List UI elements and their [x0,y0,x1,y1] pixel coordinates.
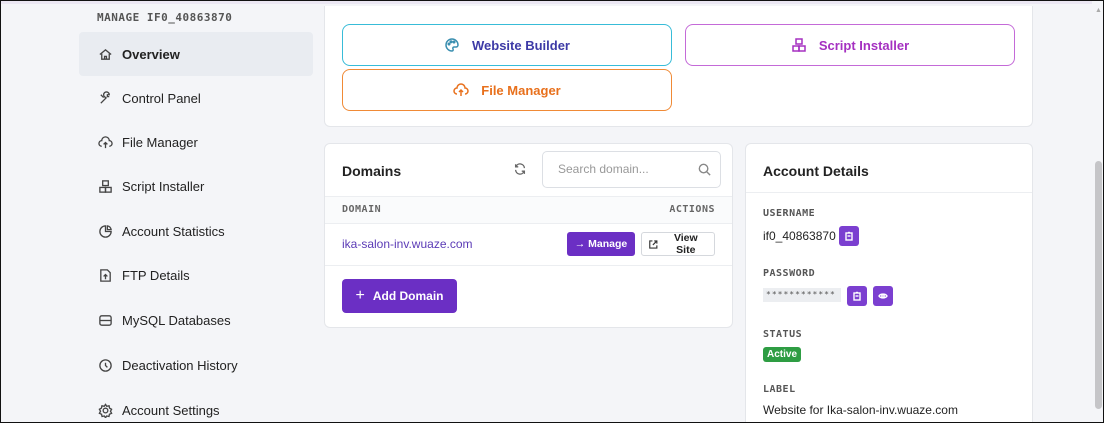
cloud-upload-icon [453,83,469,96]
sidebar-item-account-statistics[interactable]: Account Statistics [79,209,313,253]
add-domain-label: Add Domain [372,289,444,303]
search-domain-input[interactable] [556,161,690,177]
search-icon [697,162,712,182]
website-builder-button[interactable]: Website Builder [342,24,672,66]
sidebar-item-label: Control Panel [122,90,201,106]
status-badge: Active [763,347,802,362]
scrollbar[interactable]: ▲ [1092,1,1103,422]
palette-icon [445,38,459,52]
sidebar-item-label: MySQL Databases [122,312,231,328]
cubes-icon [792,38,806,52]
sidebar: MANAGE IF0_40863870 Overview Control Pan… [79,1,315,422]
database-icon [97,312,113,328]
plus-icon: + [355,287,365,304]
copy-password-button[interactable] [847,286,867,306]
cubes-icon [97,178,113,194]
domain-link[interactable]: ika-salon-inv.wuaze.com [342,237,473,251]
sidebar-item-label: Script Installer [122,178,205,194]
page: MANAGE IF0_40863870 Overview Control Pan… [0,0,1104,423]
file-manager-button[interactable]: File Manager [342,69,672,111]
domains-table-header: DOMAIN ACTIONS [325,196,732,224]
file-manager-label: File Manager [481,82,561,98]
sidebar-item-script-installer[interactable]: Script Installer [79,164,313,208]
scroll-up-arrow-icon[interactable]: ▲ [1095,7,1102,14]
sidebar-item-control-panel[interactable]: Control Panel [79,76,313,120]
chart-icon [97,223,113,239]
quick-actions-card: Website Builder Script Installer File Ma… [324,6,1033,127]
password-label: PASSWORD [763,268,816,279]
column-header-actions: ACTIONS [669,204,715,215]
column-header-domain: DOMAIN [342,204,382,215]
sidebar-item-file-manager[interactable]: File Manager [79,120,313,164]
external-link-icon [649,239,658,249]
password-field: ************ [763,288,841,302]
history-icon [97,357,113,373]
username-value: if0_40863870 [763,229,836,243]
sidebar-item-label: Account Statistics [122,223,225,239]
sidebar-item-label: File Manager [122,134,198,150]
status-label: STATUS [763,329,803,340]
sidebar-item-overview[interactable]: Overview [79,32,313,76]
sidebar-item-account-settings[interactable]: Account Settings [79,388,313,422]
copy-username-button[interactable] [839,226,859,246]
sidebar-item-label: Deactivation History [122,357,238,373]
file-upload-icon [97,267,113,283]
table-row: ika-salon-inv.wuaze.com → Manage View Si… [325,223,732,266]
scrollbar-thumb[interactable] [1095,161,1102,409]
label-value: Website for Ika-salon-inv.wuaze.com [763,403,958,417]
home-icon [97,46,113,62]
add-domain-button[interactable]: + Add Domain [342,279,457,313]
view-site-label: View Site [673,232,698,256]
clipboard-icon [845,231,853,241]
username-label: USERNAME [763,208,816,219]
gear-icon [97,402,113,418]
script-installer-button[interactable]: Script Installer [685,24,1015,66]
website-builder-label: Website Builder [471,37,570,53]
sidebar-item-ftp-details[interactable]: FTP Details [79,253,313,297]
view-site-button[interactable]: View Site [641,232,715,256]
manage-button[interactable]: → Manage [567,232,635,256]
sidebar-item-mysql-databases[interactable]: MySQL Databases [79,298,313,342]
eye-icon [878,293,888,299]
clipboard-icon [853,291,861,301]
search-domain-box [542,151,721,188]
refresh-icon[interactable] [513,162,529,178]
tools-icon [97,90,113,106]
sidebar-title: MANAGE IF0_40863870 [97,11,233,24]
domains-card: Domains DOMAIN ACTIONS ika-salon-inv.wua… [324,143,733,328]
label-label: LABEL [763,384,796,395]
show-password-button[interactable] [873,286,893,306]
cloud-upload-icon [97,134,113,150]
sidebar-item-label: FTP Details [122,267,190,283]
account-details-card: Account Details USERNAME if0_40863870 PA… [745,143,1033,422]
divider [746,192,1032,193]
sidebar-item-deactivation-history[interactable]: Deactivation History [79,343,313,387]
domains-title: Domains [342,163,402,179]
sidebar-item-label: Overview [122,46,180,62]
script-installer-label: Script Installer [818,37,910,53]
account-details-title: Account Details [763,163,869,179]
sidebar-item-label: Account Settings [122,402,220,418]
